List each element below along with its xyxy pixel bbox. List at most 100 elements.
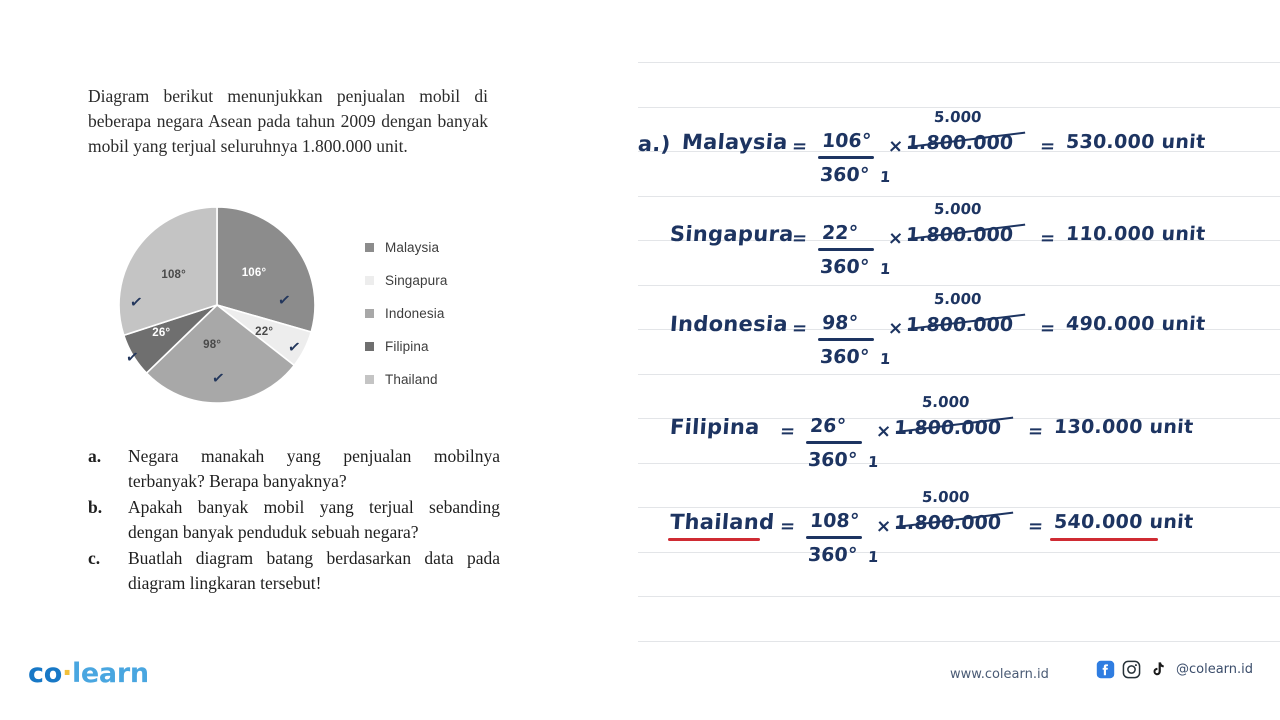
solution-times-0: ×	[887, 136, 904, 157]
legend-label-thailand: Thailand	[385, 372, 438, 387]
red-underline-country	[668, 538, 760, 541]
check-mark-icon: ✓	[276, 291, 292, 310]
legend-label-indonesia: Indonesia	[385, 306, 445, 321]
question-text-c: Buatlah diagram batang berdasarkan data …	[128, 548, 500, 593]
check-mark-icon: ✓	[286, 338, 302, 357]
legend-label-filipina: Filipina	[385, 339, 429, 354]
solution-denominator-tail-3: 1	[867, 453, 880, 471]
solution-denominator-2: 360°	[819, 346, 870, 368]
footer-socials: @colearn.id	[1096, 660, 1253, 679]
solution-panel: a.) Malaysia = 106° 360° 1 × 5.000 1.800.000 = 530…	[560, 0, 1280, 720]
colearn-logo: co·learn	[28, 658, 149, 689]
rule-line	[638, 596, 1280, 597]
solution-fraction-bar-4	[806, 536, 862, 539]
legend-swatch-singapura	[365, 276, 374, 285]
solution-denominator-tail-4: 1	[867, 548, 880, 566]
rule-line	[638, 507, 1280, 508]
solution-denominator-0: 360°	[819, 164, 870, 186]
solution-result-2: 490.000 unit	[1065, 313, 1207, 335]
solution-cancel-value-2: 5.000	[933, 290, 983, 308]
solution-times-4: ×	[875, 516, 892, 537]
logo-text-co: co	[28, 658, 62, 689]
footer-handle: @colearn.id	[1176, 662, 1254, 677]
solution-country-2: Indonesia	[669, 312, 789, 336]
solution-cancel-value-3: 5.000	[921, 393, 971, 411]
rule-line	[638, 284, 1280, 286]
footer-website[interactable]: www.colearn.id	[950, 667, 1049, 682]
check-mark-icon: ✓	[210, 369, 226, 388]
instagram-icon[interactable]	[1122, 660, 1141, 679]
logo-text-learn: learn	[71, 658, 149, 689]
pie-label-thailand: 108°	[161, 269, 186, 282]
solution-equals-0: =	[791, 136, 808, 157]
question-item-c: c. Buatlah diagram batang berdasarkan da…	[88, 546, 500, 595]
pie-chart: 108° 106° 26° 98° 22° ✓ ✓ ✓ ✓ ✓ Malaysia…	[110, 205, 510, 420]
solution-denominator-tail-2: 1	[879, 350, 892, 368]
solution-denominator-tail-0: 1	[879, 168, 892, 186]
facebook-icon[interactable]	[1096, 660, 1115, 679]
legend-item-thailand: Thailand	[365, 363, 447, 396]
question-text-a: Negara manakah yang penjualan mobilnya t…	[128, 446, 500, 491]
legend-label-malaysia: Malaysia	[385, 240, 440, 255]
logo-dot-icon: ·	[61, 658, 72, 689]
solution-numerator-2: 98°	[821, 312, 859, 334]
rule-line	[638, 62, 1280, 63]
legend-swatch-filipina	[365, 342, 374, 351]
solution-cancel-value-4: 5.000	[921, 488, 971, 506]
tiktok-icon[interactable]	[1148, 660, 1165, 679]
solution-prefix: a.)	[637, 132, 672, 156]
legend-label-singapura: Singapura	[385, 273, 448, 288]
question-list: a. Negara manakah yang penjualan mobilny…	[88, 444, 500, 597]
solution-fraction-bar-0	[818, 156, 874, 159]
solution-denominator-4: 360°	[807, 544, 858, 566]
solution-numerator-4: 108°	[809, 510, 860, 532]
rule-line	[638, 640, 1280, 642]
rule-line	[638, 195, 1280, 197]
rule-line	[638, 462, 1280, 464]
solution-cancel-value-0: 5.000	[933, 108, 983, 126]
question-marker-c: c.	[88, 548, 101, 568]
solution-equals2-0: =	[1039, 136, 1056, 157]
solution-equals2-3: =	[1027, 421, 1044, 442]
problem-panel: Diagram berikut menunjukkan penjualan mo…	[0, 0, 530, 720]
solution-denominator-1: 360°	[819, 256, 870, 278]
solution-country-4: Thailand	[669, 510, 776, 534]
pie-label-malaysia: 106°	[241, 267, 267, 280]
solution-times-3: ×	[875, 421, 892, 442]
solution-times-2: ×	[887, 318, 904, 339]
question-marker-a: a.	[88, 446, 102, 466]
rule-line	[638, 551, 1280, 553]
legend-item-filipina: Filipina	[365, 330, 447, 363]
worksheet-page: Diagram berikut menunjukkan penjualan mo…	[0, 0, 1280, 720]
solution-fraction-bar-1	[818, 248, 874, 251]
check-mark-icon: ✓	[124, 348, 140, 367]
solution-times-1: ×	[887, 228, 904, 249]
solution-fraction-bar-2	[818, 338, 874, 341]
legend-item-malaysia: Malaysia	[365, 231, 447, 264]
pie-chart-svg	[118, 206, 316, 404]
chart-legend: Malaysia Singapura Indonesia Filipina Th…	[365, 231, 447, 396]
problem-intro: Diagram berikut menunjukkan penjualan mo…	[88, 86, 488, 156]
legend-swatch-thailand	[365, 375, 374, 384]
question-text-b: Apakah banyak mobil yang terjual sebandi…	[128, 497, 500, 542]
solution-numerator-3: 26°	[809, 415, 847, 437]
check-mark-icon: ✓	[128, 293, 144, 312]
solution-numerator-1: 22°	[821, 222, 859, 244]
solution-equals-2: =	[791, 318, 808, 339]
red-underline-result	[1050, 538, 1158, 541]
solution-equals2-2: =	[1039, 318, 1056, 339]
solution-result-3: 130.000 unit	[1053, 416, 1195, 438]
solution-denominator-3: 360°	[807, 449, 858, 471]
solution-result-4: 540.000 unit	[1053, 511, 1195, 533]
solution-numerator-0: 106°	[821, 130, 872, 152]
question-item-b: b. Apakah banyak mobil yang terjual seba…	[88, 495, 500, 544]
solution-country-0: Malaysia	[681, 130, 789, 154]
solution-equals-1: =	[791, 228, 808, 249]
legend-swatch-indonesia	[365, 309, 374, 318]
pie-label-singapura: 22°	[255, 325, 274, 338]
solution-country-3: Filipina	[669, 415, 761, 439]
solution-cancel-value-1: 5.000	[933, 200, 983, 218]
solution-equals2-1: =	[1039, 228, 1056, 249]
solution-equals-3: =	[779, 421, 796, 442]
solution-denominator-tail-1: 1	[879, 260, 892, 278]
